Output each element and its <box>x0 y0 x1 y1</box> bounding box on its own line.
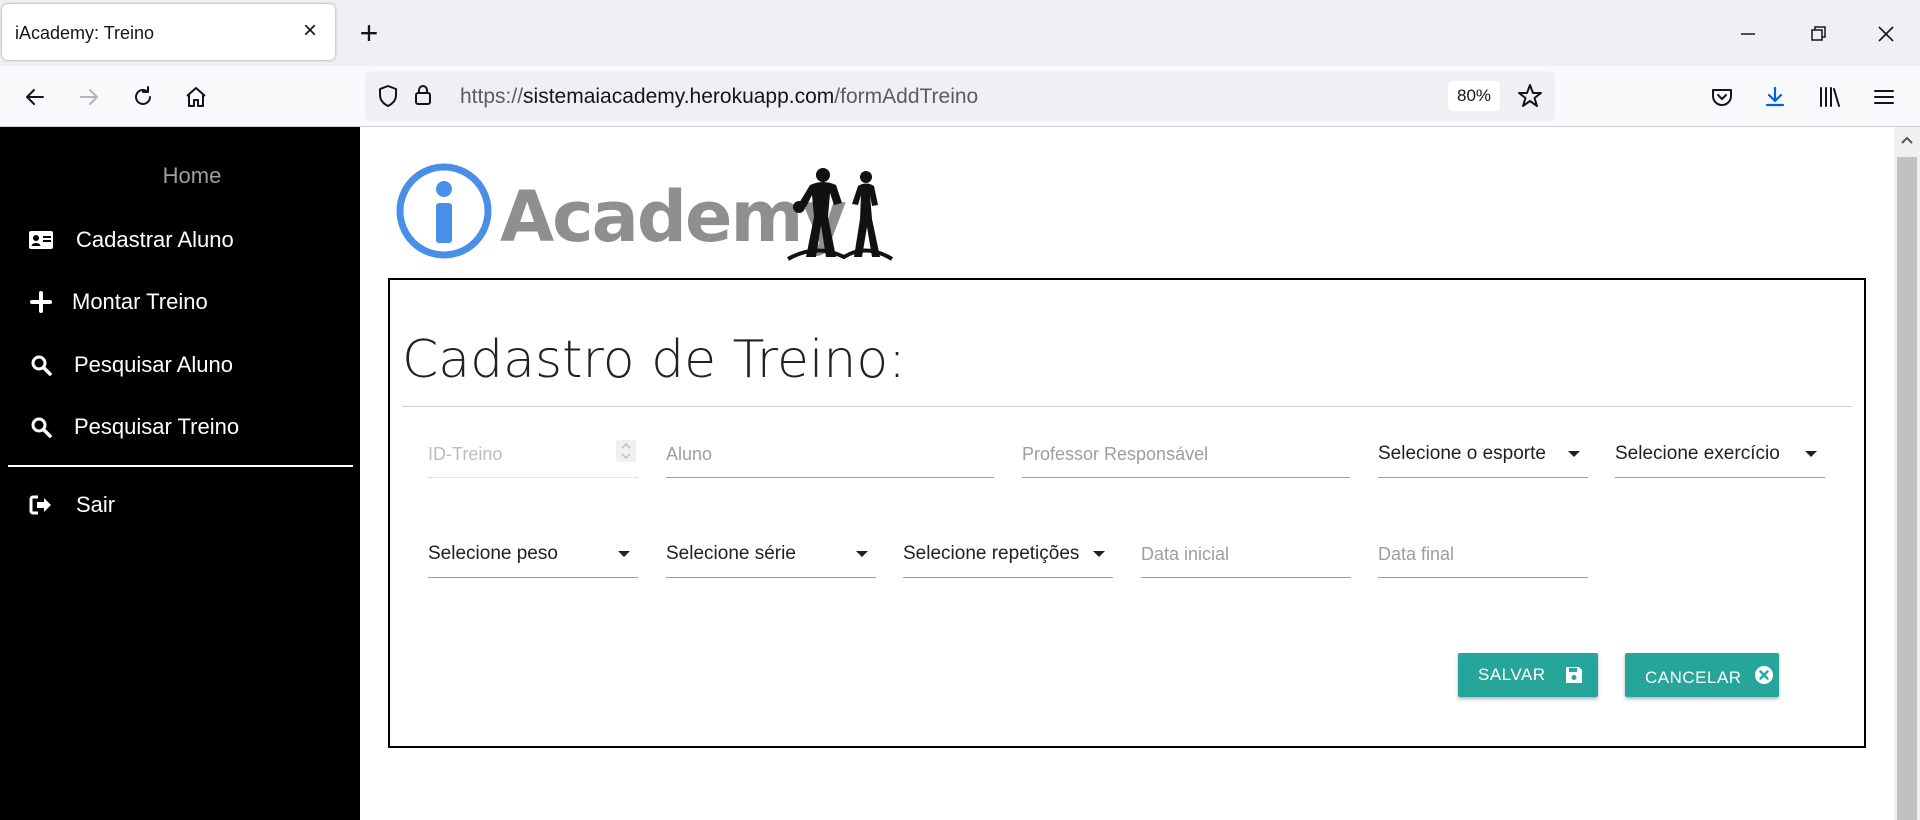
caret-down-icon <box>1568 451 1580 457</box>
id-treino-field: ID-Treino <box>428 434 638 478</box>
scrollbar-thumb[interactable] <box>1897 157 1917 820</box>
aluno-input[interactable]: Aluno <box>666 434 994 478</box>
vertical-scrollbar[interactable] <box>1894 127 1920 820</box>
plus-icon <box>28 289 54 315</box>
url-scheme: https:// <box>460 85 524 108</box>
sidebar-item-pesquisar-treino[interactable]: Pesquisar Treino <box>28 407 239 447</box>
aluno-placeholder: Aluno <box>666 444 713 464</box>
page-viewport: Home Cadastrar Aluno Montar Treino Pesqu… <box>0 127 1920 820</box>
sidebar-item-label: Cadastrar Aluno <box>76 227 234 252</box>
url-path: /formAddTreino <box>834 85 979 108</box>
peso-select[interactable]: Selecione peso <box>428 534 638 578</box>
exercicio-selected: Selecione exercício <box>1615 443 1780 464</box>
sidebar-item-cadastrar-aluno[interactable]: Cadastrar Aluno <box>28 220 234 260</box>
sidebar-item-montar-treino[interactable]: Montar Treino <box>28 282 208 322</box>
exercicio-select[interactable]: Selecione exercício <box>1615 434 1825 478</box>
id-treino-placeholder: ID-Treino <box>428 444 503 464</box>
sign-out-icon <box>28 492 54 518</box>
tab-title: iAcademy: Treino <box>15 23 155 43</box>
url-host: sistemaiacademy.herokuapp.com <box>523 85 835 108</box>
save-button-label: SALVAR <box>1478 665 1546 684</box>
sidebar-item-label: Pesquisar Aluno <box>74 352 233 377</box>
tab-strip: iAcademy: Treino × + <box>0 0 1920 66</box>
serie-select[interactable]: Selecione série <box>666 534 876 578</box>
title-divider <box>402 406 1852 407</box>
sidebar-item-sair[interactable]: Sair <box>28 485 115 525</box>
repeticoes-selected: Selecione repetições <box>903 543 1080 564</box>
library-icon[interactable] <box>1811 78 1849 116</box>
browser-tab[interactable]: iAcademy: Treino × <box>2 4 335 60</box>
bookmark-star-icon[interactable] <box>1517 83 1543 114</box>
sidebar-home-link[interactable]: Home <box>0 163 384 189</box>
minimize-icon[interactable] <box>1730 16 1766 52</box>
caret-down-icon <box>856 551 868 557</box>
forward-icon[interactable] <box>70 78 108 116</box>
new-tab-icon[interactable]: + <box>352 16 386 50</box>
esporte-selected: Selecione o esporte <box>1378 443 1546 464</box>
treino-form-card: Cadastro de Treino: ID-Treino Aluno Prof… <box>388 278 1866 748</box>
save-icon <box>1564 665 1584 685</box>
zoom-badge[interactable]: 80% <box>1448 81 1500 111</box>
save-button[interactable]: SALVAR <box>1458 653 1598 697</box>
sidebar: Home Cadastrar Aluno Montar Treino Pesqu… <box>0 127 360 820</box>
home-icon[interactable] <box>177 78 215 116</box>
repeticoes-select[interactable]: Selecione repetições <box>903 534 1113 578</box>
page-title: Cadastro de Treino: <box>402 330 906 390</box>
caret-down-icon <box>1093 551 1105 557</box>
sidebar-item-label: Montar Treino <box>72 289 208 314</box>
sidebar-item-label: Sair <box>76 492 116 517</box>
search-icon <box>28 352 54 378</box>
data-final-input[interactable]: Data final <box>1378 534 1588 578</box>
data-inicial-placeholder: Data inicial <box>1141 544 1230 564</box>
data-inicial-input[interactable]: Data inicial <box>1141 534 1351 578</box>
svg-text:Academy: Academy <box>500 176 846 258</box>
back-icon[interactable] <box>16 78 54 116</box>
caret-down-icon <box>1805 451 1817 457</box>
scroll-up-icon[interactable] <box>1894 127 1920 153</box>
window-close-icon[interactable] <box>1868 16 1904 52</box>
lock-icon[interactable] <box>413 83 433 112</box>
menu-icon[interactable] <box>1865 78 1903 116</box>
esporte-select[interactable]: Selecione o esporte <box>1378 434 1588 478</box>
download-icon[interactable] <box>1756 78 1794 116</box>
cancel-button[interactable]: CANCELAR <box>1625 653 1779 697</box>
id-card-icon <box>28 227 54 253</box>
search-icon <box>28 414 54 440</box>
data-final-placeholder: Data final <box>1378 544 1455 564</box>
tab-close-icon[interactable]: × <box>297 18 323 44</box>
professor-placeholder: Professor Responsável <box>1022 444 1209 464</box>
serie-selected: Selecione série <box>666 543 796 564</box>
iacademy-logo: Academy <box>396 161 916 261</box>
url-bar[interactable]: https://sistemaiacademy.herokuapp.com/fo… <box>365 71 1555 121</box>
close-circle-icon <box>1754 665 1774 685</box>
restore-icon[interactable] <box>1800 16 1836 52</box>
nav-bar: https://sistemaiacademy.herokuapp.com/fo… <box>0 66 1920 127</box>
number-spinner-icon <box>616 440 636 462</box>
pocket-icon[interactable] <box>1703 78 1741 116</box>
sidebar-item-pesquisar-aluno[interactable]: Pesquisar Aluno <box>28 345 233 385</box>
shield-icon[interactable] <box>377 84 399 113</box>
reload-icon[interactable] <box>124 78 162 116</box>
sidebar-item-label: Pesquisar Treino <box>74 414 240 439</box>
professor-input[interactable]: Professor Responsável <box>1022 434 1350 478</box>
cancel-button-label: CANCELAR <box>1645 668 1742 687</box>
url-text[interactable]: https://sistemaiacademy.herokuapp.com/fo… <box>460 85 978 109</box>
caret-down-icon <box>618 551 630 557</box>
peso-selected: Selecione peso <box>428 543 558 564</box>
sidebar-divider <box>8 465 353 467</box>
